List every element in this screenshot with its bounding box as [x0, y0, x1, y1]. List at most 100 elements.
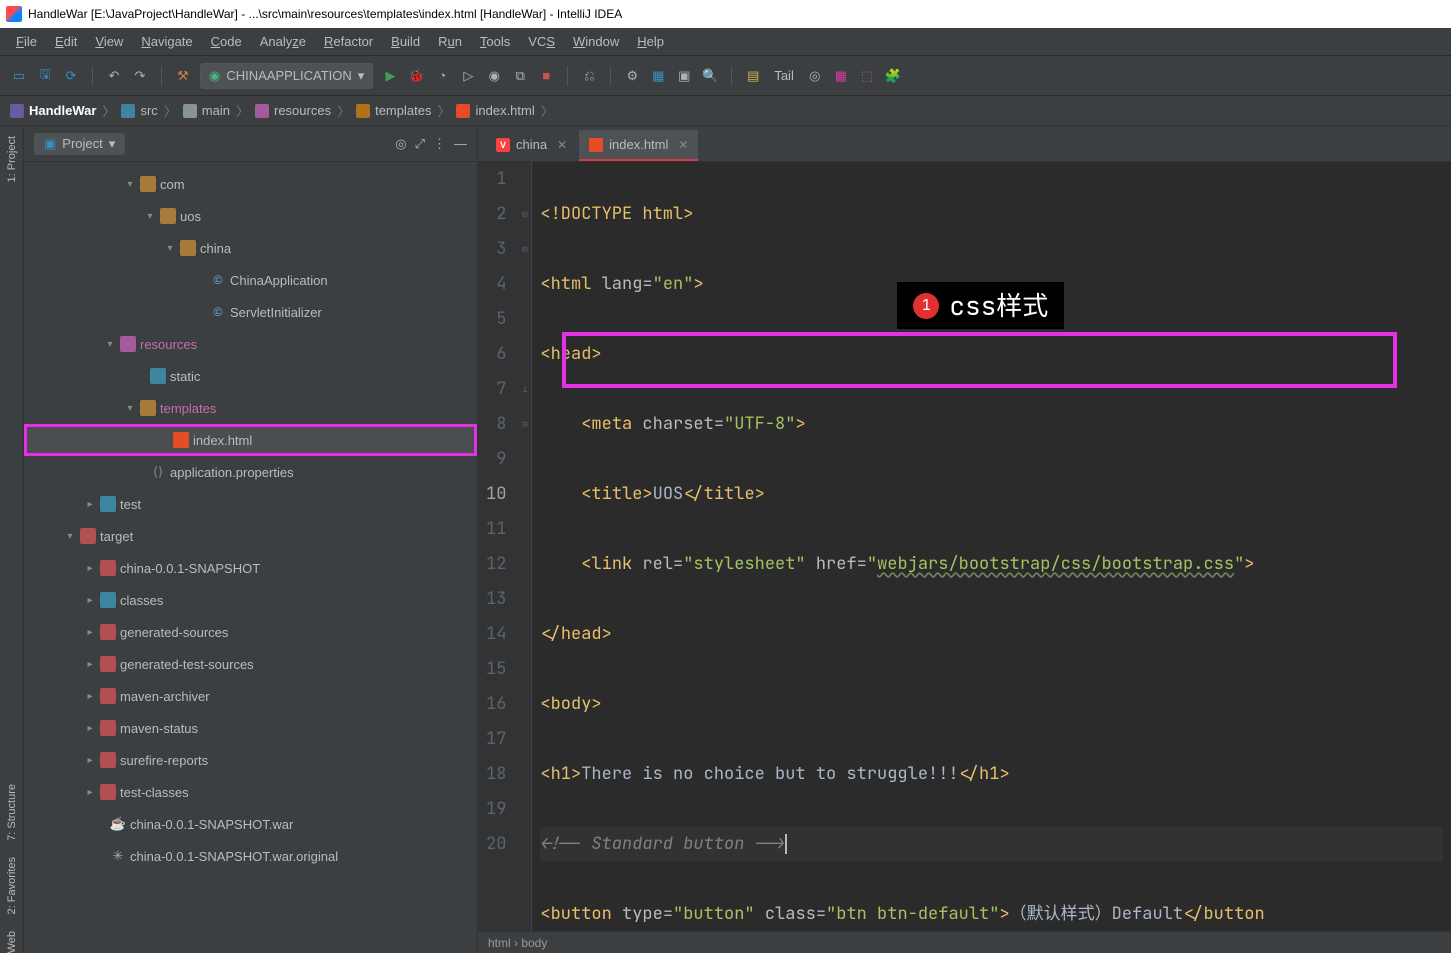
menu-build[interactable]: Build: [383, 31, 428, 52]
run-config-selector[interactable]: ◉ CHINAAPPLICATION ▾: [200, 63, 373, 89]
debug-icon[interactable]: 🐞: [407, 67, 425, 85]
callout-num: 1: [913, 293, 939, 319]
project-tree[interactable]: ▾com ▾uos ▾china ©ChinaApplication ©Serv…: [24, 162, 477, 953]
tree-mavenarchiver[interactable]: ▸maven-archiver: [24, 680, 477, 712]
hammer-icon[interactable]: ⚒: [174, 67, 192, 85]
breadcrumb-resources[interactable]: resources: [255, 103, 331, 118]
menu-refactor[interactable]: Refactor: [316, 31, 381, 52]
menu-edit[interactable]: Edit: [47, 31, 85, 52]
vue-icon: ◉: [209, 68, 220, 84]
run-icon[interactable]: ▶: [381, 67, 399, 85]
code-content[interactable]: <!DOCTYPE html> <html lang="en"> <head> …: [532, 162, 1451, 953]
separator: [610, 66, 611, 86]
menu-analyze[interactable]: Analyze: [252, 31, 314, 52]
close-icon[interactable]: ✕: [557, 138, 567, 152]
puzzle-icon[interactable]: 🧩: [884, 67, 902, 85]
undo-icon[interactable]: ↶: [105, 67, 123, 85]
tab-index-html[interactable]: index.html ✕: [579, 130, 698, 161]
hide-icon[interactable]: —: [454, 136, 467, 151]
trace-icon[interactable]: ◉: [485, 67, 503, 85]
project-view-selector[interactable]: ▣ Project ▾: [34, 133, 125, 155]
strip-favorites[interactable]: 2: Favorites: [6, 857, 18, 914]
coverage-icon[interactable]: ◔: [433, 67, 451, 85]
menu-navigate[interactable]: Navigate: [133, 31, 200, 52]
tree-war[interactable]: ☕china-0.0.1-SNAPSHOT.war: [24, 808, 477, 840]
menu-code[interactable]: Code: [203, 31, 250, 52]
strip-web[interactable]: Web: [6, 931, 18, 953]
fold-column[interactable]: ⊟⊟ ⊥⊟: [518, 162, 532, 953]
open-icon[interactable]: ▭: [10, 67, 28, 85]
palette-icon[interactable]: ▦: [832, 67, 850, 85]
search-icon[interactable]: 🔍: [701, 67, 719, 85]
redo-icon[interactable]: ↷: [131, 67, 149, 85]
code-editor[interactable]: 1234 5678 9101112 13141516 17181920 ⊟⊟ ⊥…: [478, 162, 1451, 953]
tree-classes[interactable]: ▸classes: [24, 584, 477, 616]
tree-snapshot[interactable]: ▸china-0.0.1-SNAPSHOT: [24, 552, 477, 584]
tail-label[interactable]: Tail: [770, 68, 798, 83]
folder-icon: ▣: [44, 136, 56, 152]
menu-vcs[interactable]: VCS: [520, 31, 563, 52]
gutter: 1234 5678 9101112 13141516 17181920: [478, 162, 518, 953]
db-icon[interactable]: ▤: [744, 67, 762, 85]
tree-uos[interactable]: ▾uos: [24, 200, 477, 232]
sync-icon[interactable]: ⟳: [62, 67, 80, 85]
tree-war-orig[interactable]: ✳china-0.0.1-SNAPSHOT.war.original: [24, 840, 477, 872]
tree-app-props[interactable]: ⟨⟩application.properties: [24, 456, 477, 488]
collapse-icon[interactable]: ⤢: [415, 136, 425, 152]
run-config-name: CHINAAPPLICATION: [226, 68, 351, 83]
tree-surefire[interactable]: ▸surefire-reports: [24, 744, 477, 776]
tree-test[interactable]: ▸test: [24, 488, 477, 520]
breadcrumb-index[interactable]: index.html: [456, 103, 534, 118]
strip-project[interactable]: 1: Project: [6, 136, 18, 182]
tree-mavenstatus[interactable]: ▸maven-status: [24, 712, 477, 744]
tab-china[interactable]: V china ✕: [486, 130, 577, 161]
tree-target[interactable]: ▾target: [24, 520, 477, 552]
tree-china[interactable]: ▾china: [24, 232, 477, 264]
tree-servlet[interactable]: ©ServletInitializer: [24, 296, 477, 328]
chevron-right-icon: 〉: [541, 101, 554, 120]
tree-gentestsources[interactable]: ▸generated-test-sources: [24, 648, 477, 680]
main-layout: 1: Project 7: Structure 2: Favorites Web…: [0, 126, 1451, 953]
tree-com[interactable]: ▾com: [24, 168, 477, 200]
grid-icon[interactable]: ▦: [649, 67, 667, 85]
tab-label: index.html: [609, 137, 668, 152]
chevron-right-icon: 〉: [437, 101, 450, 120]
tree-resources[interactable]: ▾resources: [24, 328, 477, 360]
profile-icon[interactable]: ▷: [459, 67, 477, 85]
tree-gensources[interactable]: ▸generated-sources: [24, 616, 477, 648]
target-icon[interactable]: ◎: [395, 136, 406, 152]
halt-icon[interactable]: ⬚: [858, 67, 876, 85]
terminal-icon[interactable]: ▣: [675, 67, 693, 85]
breadcrumb-templates[interactable]: templates: [356, 103, 431, 118]
close-icon[interactable]: ✕: [678, 138, 688, 152]
breadcrumb-main[interactable]: main: [183, 103, 230, 118]
tree-static[interactable]: static: [24, 360, 477, 392]
menu-help[interactable]: Help: [629, 31, 672, 52]
window-title-bar: HandleWar [E:\JavaProject\HandleWar] - .…: [0, 0, 1451, 28]
menu-tools[interactable]: Tools: [472, 31, 518, 52]
menu-run[interactable]: Run: [430, 31, 470, 52]
menu-window[interactable]: Window: [565, 31, 627, 52]
save-all-icon[interactable]: 🖫: [36, 67, 54, 85]
tree-index-html[interactable]: index.html: [24, 424, 477, 456]
status-path: html › body: [488, 936, 547, 950]
separator: [567, 66, 568, 86]
menu-view[interactable]: View: [87, 31, 131, 52]
find-icon[interactable]: ◎: [806, 67, 824, 85]
tree-chinaapp[interactable]: ©ChinaApplication: [24, 264, 477, 296]
tab-label: china: [516, 137, 547, 152]
tree-templates[interactable]: ▾templates: [24, 392, 477, 424]
settings-icon[interactable]: ⚙: [623, 67, 641, 85]
project-title: Project: [62, 136, 102, 151]
more-icon[interactable]: ⋮: [433, 136, 446, 152]
breadcrumb-handlewar[interactable]: HandleWar: [10, 103, 96, 118]
strip-structure[interactable]: 7: Structure: [6, 784, 18, 841]
breadcrumb-src[interactable]: src: [121, 103, 157, 118]
chevron-right-icon: 〉: [102, 101, 115, 120]
stop-icon[interactable]: ■: [537, 67, 555, 85]
menu-file[interactable]: File: [8, 31, 45, 52]
tree-testclasses[interactable]: ▸test-classes: [24, 776, 477, 808]
git-icon[interactable]: ⎌: [580, 67, 598, 85]
chevron-down-icon: ▾: [358, 68, 365, 84]
attach-icon[interactable]: ⧉: [511, 67, 529, 85]
